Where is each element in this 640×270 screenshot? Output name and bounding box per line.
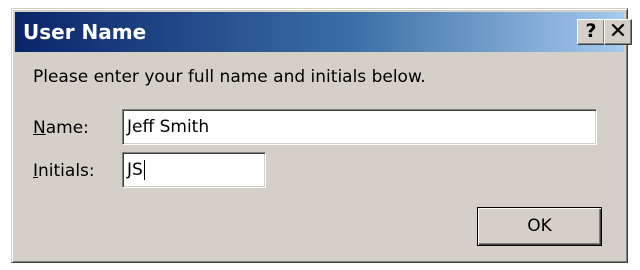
name-input[interactable]: Jeff Smith (122, 109, 597, 145)
help-icon: ? (585, 20, 597, 42)
name-input-value: Jeff Smith (127, 117, 210, 137)
name-label-accelerator: N (33, 118, 46, 138)
initials-label: Initials: (33, 161, 95, 181)
initials-label-text: nitials: (38, 161, 95, 181)
user-name-dialog: User Name ? ✕ Please enter your full nam… (11, 8, 632, 263)
initials-input[interactable]: JS (122, 152, 266, 188)
help-button[interactable]: ? (577, 19, 605, 45)
text-caret (143, 160, 145, 180)
close-icon: ✕ (608, 19, 628, 44)
initials-input-value: JS (127, 160, 143, 180)
ok-button[interactable]: OK (477, 207, 602, 246)
name-label-text: ame: (45, 118, 89, 138)
title-bar[interactable]: User Name ? ✕ (15, 12, 632, 52)
name-label: Name: (33, 118, 89, 138)
window-title: User Name (23, 20, 147, 44)
close-button[interactable]: ✕ (604, 19, 632, 45)
instruction-text: Please enter your full name and initials… (33, 67, 426, 87)
